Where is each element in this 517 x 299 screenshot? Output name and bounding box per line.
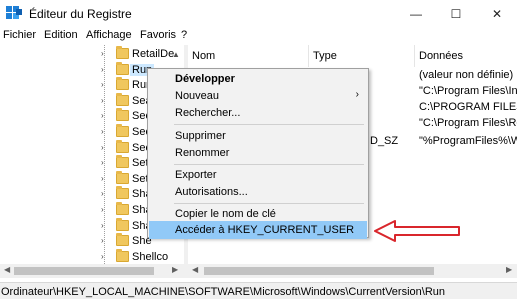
menu-item-autorisations[interactable]: Autorisations... — [149, 183, 367, 201]
folder-icon — [116, 46, 129, 59]
tree-item[interactable]: › Shellco — [0, 248, 184, 264]
folder-icon — [116, 186, 129, 200]
menu-help[interactable]: ? — [181, 29, 187, 41]
chevron-right-icon[interactable]: › — [101, 252, 104, 261]
menu-item-renommer[interactable]: Renommer — [149, 144, 367, 162]
folder-icon — [116, 202, 129, 215]
menu-separator — [174, 164, 364, 165]
registry-editor-icon — [6, 6, 22, 21]
chevron-right-icon[interactable]: › — [101, 158, 104, 167]
chevron-right-icon[interactable]: › — [101, 174, 104, 183]
title-bar: Éditeur du Registre — ☐ ✕ — [0, 0, 517, 27]
chevron-right-icon[interactable]: › — [101, 143, 104, 152]
folder-icon — [116, 77, 129, 91]
chevron-right-icon[interactable]: › — [101, 111, 104, 120]
folder-icon — [116, 248, 129, 262]
value-data-cell[interactable]: "C:\Program Files\Rea — [419, 117, 517, 129]
minimize-button[interactable]: — — [396, 0, 436, 27]
folder-icon — [116, 124, 129, 137]
chevron-right-icon[interactable]: › — [101, 49, 104, 58]
value-data-cell[interactable]: "C:\Program Files\Inte — [419, 85, 517, 97]
submenu-arrow-icon: › — [355, 89, 359, 100]
folder-icon — [116, 92, 129, 106]
folder-icon — [116, 108, 129, 122]
menu-item-developper[interactable]: Développer — [149, 70, 367, 88]
folder-icon — [116, 155, 129, 169]
folder-icon — [116, 61, 129, 75]
value-data-cell[interactable]: C:\PROGRAM FILES\M — [419, 101, 517, 113]
column-header-data[interactable]: Données — [415, 45, 517, 67]
folder-icon — [116, 170, 129, 184]
chevron-right-icon[interactable]: › — [101, 205, 104, 214]
menu-affichage[interactable]: Affichage — [86, 29, 132, 41]
horizontal-scrollbar[interactable]: ◀ ▶ ◀ ▶ — [0, 264, 517, 278]
maximize-button[interactable]: ☐ — [436, 0, 476, 27]
menu-favoris[interactable]: Favoris — [140, 29, 176, 41]
tree-item-label: RetailDe — [132, 48, 175, 60]
value-type-cell[interactable]: D_SZ — [370, 135, 398, 147]
menu-item-supprimer[interactable]: Supprimer — [149, 127, 367, 145]
menu-separator — [174, 124, 364, 125]
folder-icon — [116, 233, 129, 247]
chevron-right-icon[interactable]: › — [101, 236, 104, 245]
menu-fichier[interactable]: Fichier — [3, 29, 36, 41]
menu-bar: Fichier Edition Affichage Favoris ? — [0, 27, 517, 44]
menu-item-rechercher[interactable]: Rechercher... — [149, 104, 367, 122]
chevron-right-icon[interactable]: › — [101, 189, 104, 198]
column-header-name[interactable]: Nom — [188, 45, 309, 67]
scroll-left-arrow[interactable]: ◀ — [4, 265, 10, 274]
menu-item-nouveau[interactable]: Nouveau › — [149, 87, 367, 105]
value-data-cell[interactable]: (valeur non définie) — [419, 69, 513, 81]
scroll-right-arrow[interactable]: ▶ — [172, 265, 178, 274]
chevron-right-icon[interactable]: › — [101, 80, 104, 89]
value-data-cell[interactable]: "%ProgramFiles%\Wi — [419, 135, 517, 147]
context-menu: Développer Nouveau › Rechercher... Suppr… — [147, 68, 369, 239]
status-bar: Ordinateur\HKEY_LOCAL_MACHINE\SOFTWARE\M… — [0, 282, 517, 299]
menu-separator — [174, 203, 364, 204]
scroll-left-arrow[interactable]: ◀ — [192, 265, 198, 274]
chevron-right-icon[interactable]: › — [101, 96, 104, 105]
window-title: Éditeur du Registre — [29, 7, 132, 21]
red-arrow-icon — [374, 220, 460, 242]
folder-icon — [116, 139, 129, 153]
current-key-path: Ordinateur\HKEY_LOCAL_MACHINE\SOFTWARE\M… — [1, 286, 446, 298]
chevron-right-icon[interactable]: › — [101, 65, 104, 74]
menu-item-acceder-hkcu[interactable]: Accéder à HKEY_CURRENT_USER — [149, 221, 367, 239]
menu-edition[interactable]: Edition — [44, 29, 78, 41]
tree-item[interactable]: › RetailDe — [0, 46, 184, 62]
tree-item-label: Shellco — [132, 250, 169, 263]
scroll-right-arrow[interactable]: ▶ — [506, 265, 512, 274]
folder-icon — [116, 217, 129, 231]
tree-scroll-thumb[interactable] — [14, 267, 154, 275]
close-button[interactable]: ✕ — [477, 0, 517, 27]
list-scroll-thumb[interactable] — [204, 267, 434, 275]
column-header-type[interactable]: Type — [309, 45, 415, 67]
chevron-right-icon[interactable]: › — [101, 221, 104, 230]
chevron-right-icon[interactable]: › — [101, 127, 104, 136]
menu-item-exporter[interactable]: Exporter — [149, 166, 367, 184]
